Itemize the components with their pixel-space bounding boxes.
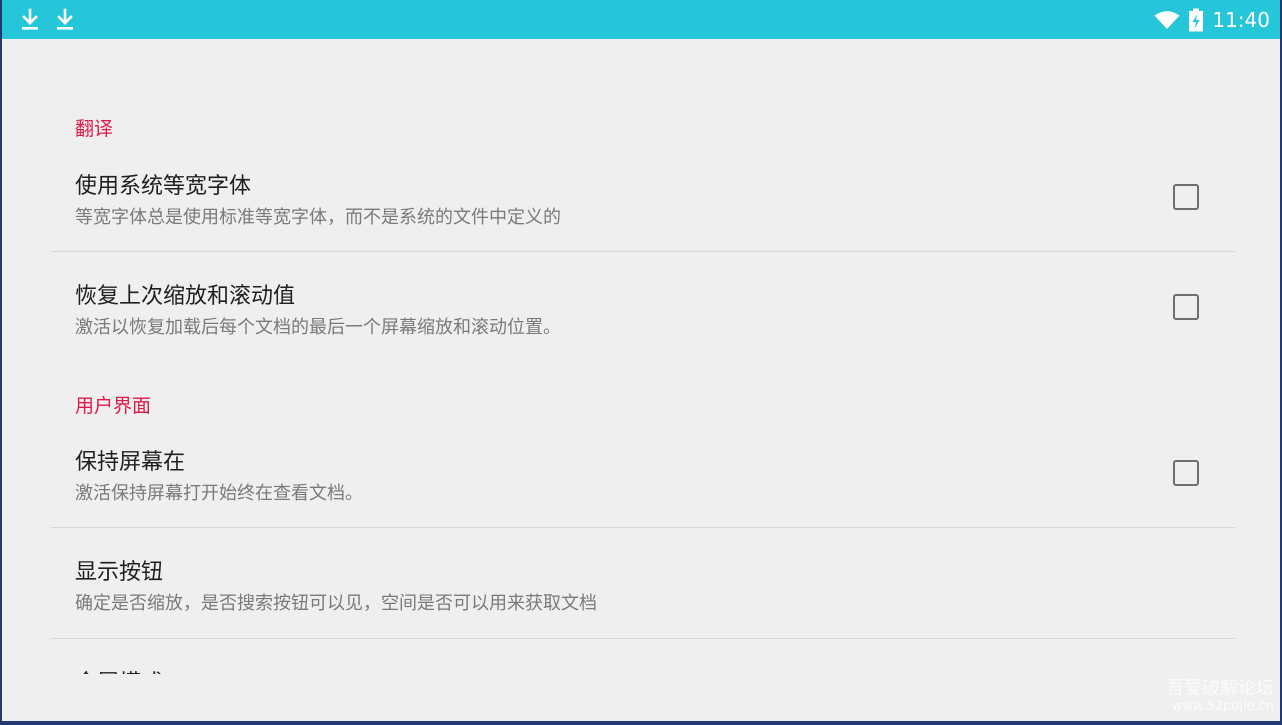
pref-title: 恢复上次缩放和滚动值: [75, 284, 296, 309]
watermark-url: www.52pojie.cn: [1171, 699, 1274, 715]
preference-list[interactable]: 翻译 使用系统等宽字体 等宽字体总是使用标准等宽字体，而不是系统的文件中定义的 …: [2, 39, 1280, 674]
status-clock: 11:40: [1212, 7, 1270, 32]
app-screen: 11:40 翻译 使用系统等宽字体 等宽字体总是使用标准等宽字体，而不是系统的文…: [2, 0, 1280, 721]
checkbox-restore-zoom-scroll[interactable]: [1173, 294, 1199, 320]
pref-fullscreen-mode[interactable]: 全屏模式: [51, 639, 1235, 674]
watermark-name: 吾爱破解论坛: [1166, 678, 1274, 700]
watermark: 吾爱破解论坛 www.52pojie.cn: [1166, 679, 1274, 715]
pref-keep-screen-on[interactable]: 保持屏幕在 激活保持屏幕打开始终在查看文档。: [51, 429, 1235, 527]
download-icon: [57, 8, 73, 30]
pref-title: 使用系统等宽字体: [75, 174, 252, 199]
pref-summary: 激活以恢复加载后每个文档的最后一个屏幕缩放和滚动位置。: [75, 317, 561, 338]
pref-summary: 等宽字体总是使用标准等宽字体，而不是系统的文件中定义的: [75, 207, 561, 228]
pref-title: 全屏模式: [75, 665, 163, 674]
status-bar: 11:40: [2, 0, 1280, 39]
category-translation: 翻译: [75, 118, 114, 140]
pref-title: 保持屏幕在: [75, 450, 186, 475]
battery-charging-icon: [1189, 8, 1204, 31]
pref-summary: 激活保持屏幕打开始终在查看文档。: [75, 483, 363, 504]
category-user-interface: 用户界面: [75, 395, 152, 417]
checkbox-keep-screen-on[interactable]: [1173, 460, 1199, 486]
pref-show-buttons[interactable]: 显示按钮 确定是否缩放，是否搜索按钮可以见，空间是否可以用来获取文档: [51, 528, 1235, 638]
status-icons: 11:40: [1154, 0, 1270, 39]
download-icon: [22, 8, 38, 30]
pref-restore-zoom-scroll[interactable]: 恢复上次缩放和滚动值 激活以恢复加载后每个文档的最后一个屏幕缩放和滚动位置。: [51, 252, 1235, 362]
wifi-icon: [1154, 10, 1180, 29]
pref-summary: 确定是否缩放，是否搜索按钮可以见，空间是否可以用来获取文档: [75, 593, 597, 614]
pref-system-monospace-font[interactable]: 使用系统等宽字体 等宽字体总是使用标准等宽字体，而不是系统的文件中定义的: [51, 153, 1235, 251]
checkbox-system-monospace-font[interactable]: [1173, 184, 1199, 210]
pref-title: 显示按钮: [75, 560, 164, 585]
